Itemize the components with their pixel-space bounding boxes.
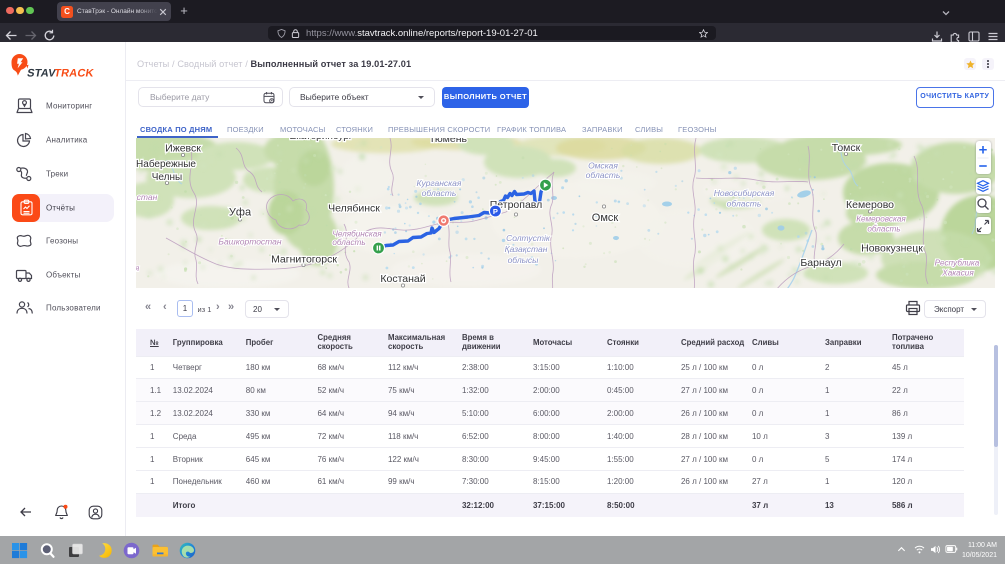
svg-text:Уфа: Уфа bbox=[229, 206, 252, 218]
svg-text:область: область bbox=[727, 198, 762, 208]
svg-text:Башкортостан: Башкортостан bbox=[218, 236, 281, 246]
svg-text:область: область bbox=[332, 238, 365, 247]
svg-text:Омск: Омск bbox=[592, 212, 619, 224]
svg-text:Челябинск: Челябинск bbox=[328, 202, 380, 214]
svg-text:Костанай: Костанай bbox=[380, 273, 425, 285]
svg-text:Омская: Омская bbox=[588, 160, 618, 170]
svg-text:Новосибирская: Новосибирская bbox=[714, 188, 775, 198]
svg-text:Хакасия: Хакасия bbox=[941, 268, 974, 277]
svg-text:область: область bbox=[586, 170, 621, 180]
svg-text:Кемерово: Кемерово bbox=[846, 199, 894, 211]
svg-text:облысы: облысы bbox=[508, 255, 540, 265]
svg-text:Челны: Челны bbox=[152, 172, 182, 183]
svg-text:Набережные: Набережные bbox=[136, 158, 196, 170]
svg-text:P: P bbox=[493, 207, 498, 216]
svg-text:Магнитогорск: Магнитогорск bbox=[271, 253, 337, 265]
svg-text:Республика: Республика bbox=[935, 258, 980, 267]
svg-text:Томск: Томск bbox=[832, 142, 861, 154]
svg-text:Курганская: Курганская bbox=[417, 178, 462, 188]
svg-text:Кемеровская: Кемеровская bbox=[856, 214, 906, 223]
svg-text:TRACK: TRACK bbox=[53, 68, 95, 80]
svg-text:стан: стан bbox=[137, 192, 158, 202]
svg-text:Екатеринбург: Екатеринбург bbox=[290, 138, 353, 142]
svg-text:область: область bbox=[422, 188, 457, 198]
svg-text:Ижевск: Ижевск bbox=[165, 142, 201, 154]
svg-text:Қазақстан: Қазақстан bbox=[505, 244, 548, 254]
svg-text:Барнаул: Барнаул bbox=[800, 257, 841, 269]
svg-text:область: область bbox=[867, 224, 900, 233]
svg-text:Тюмень: Тюмень bbox=[429, 138, 468, 145]
svg-text:Новокузнецк: Новокузнецк bbox=[861, 242, 923, 254]
svg-text:Солтустік: Солтустік bbox=[506, 233, 551, 243]
